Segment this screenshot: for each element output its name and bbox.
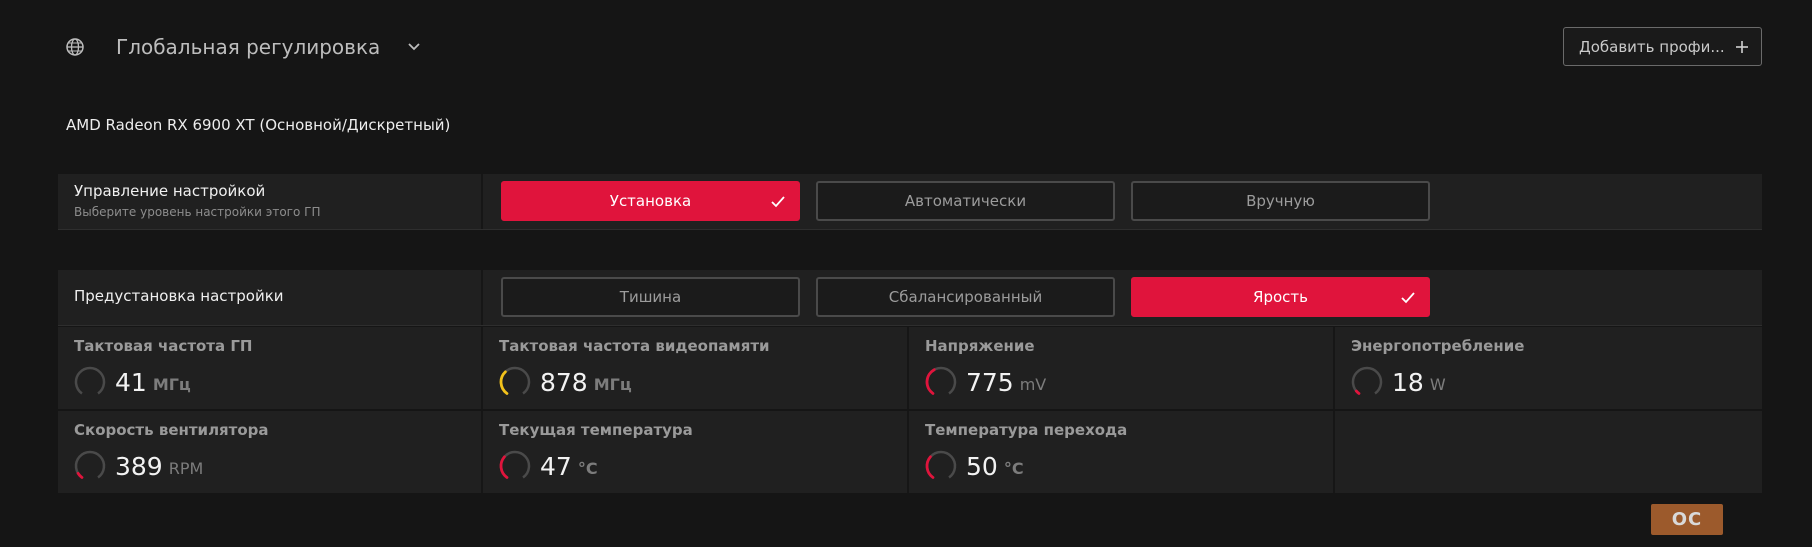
metric-voltage: Напряжение 775 mV — [909, 327, 1335, 409]
tuning-preset-panel: Предустановка настройки Тишина Сбалансир… — [58, 270, 1762, 326]
metric-gpu-clock: Тактовая частота ГП 41 МГц — [58, 327, 483, 409]
metric-value: 41 — [115, 367, 147, 397]
metric-value-row: 775 mV — [924, 365, 1046, 399]
tuning-option-preset[interactable]: Установка — [501, 181, 800, 221]
metric-value: 389 — [115, 451, 163, 481]
gauge-icon — [924, 365, 958, 399]
metric-label: Температура перехода — [925, 421, 1128, 439]
tuning-option-manual[interactable]: Вручную — [1131, 181, 1430, 221]
gauge-progress — [925, 455, 935, 479]
tuning-preset-info: Предустановка настройки — [58, 270, 483, 325]
tuning-option-label: Установка — [609, 192, 692, 210]
gpu-name: AMD Radeon RX 6900 XT (Основной/Дискретн… — [66, 116, 451, 134]
metrics-grid: Тактовая частота ГП 41 МГц Тактовая част… — [58, 327, 1762, 493]
metric-junction-temperature: Температура перехода 50 °C — [909, 411, 1335, 493]
app-root: Глобальная регулировка Добавить профи...… — [0, 0, 1812, 547]
metric-current-temperature: Текущая температура 47 °C — [483, 411, 909, 493]
gauge-icon — [1350, 365, 1384, 399]
gauge-track — [1351, 366, 1383, 395]
metric-value: 775 — [966, 367, 1014, 397]
metric-value-row: 389 RPM — [73, 449, 203, 483]
preset-option-rage[interactable]: Ярость — [1131, 277, 1430, 317]
gauge-progress — [499, 455, 509, 479]
preset-option-label: Сбалансированный — [888, 288, 1043, 306]
tuning-control-panel: Управление настройкой Выберите уровень н… — [58, 174, 1762, 230]
metric-value-row: 18 W — [1350, 365, 1446, 399]
metric-label: Напряжение — [925, 337, 1035, 355]
gauge-progress — [1354, 389, 1361, 395]
metric-unit: W — [1429, 374, 1446, 394]
add-profile-label: Добавить профи... — [1579, 37, 1725, 56]
gauge-track — [74, 450, 106, 479]
metric-value: 18 — [1392, 367, 1424, 397]
tuning-control-info: Управление настройкой Выберите уровень н… — [58, 174, 483, 229]
check-icon — [770, 195, 786, 209]
gauge-icon — [498, 449, 532, 483]
metric-label: Текущая температура — [499, 421, 693, 439]
oc-badge[interactable]: OC — [1651, 504, 1723, 535]
tuning-option-label: Вручную — [1246, 192, 1315, 210]
metric-power: Энергопотребление 18 W — [1335, 327, 1762, 409]
add-profile-button[interactable]: Добавить профи... — [1563, 27, 1762, 66]
profile-name: Глобальная регулировка — [116, 35, 381, 59]
metric-value: 50 — [966, 451, 998, 481]
preset-option-label: Тишина — [619, 288, 682, 306]
globe-icon — [64, 36, 86, 58]
chevron-down-icon — [406, 39, 422, 55]
gauge-icon — [73, 365, 107, 399]
preset-option-label: Ярость — [1253, 288, 1308, 306]
metric-value-row: 47 °C — [498, 449, 598, 483]
gauge-progress — [499, 370, 509, 395]
gauge-icon — [924, 449, 958, 483]
metric-unit: mV — [1019, 374, 1047, 394]
metric-value-row: 50 °C — [924, 449, 1024, 483]
gauge-progress — [925, 368, 936, 395]
oc-badge-label: OC — [1671, 509, 1703, 530]
preset-option-quiet[interactable]: Тишина — [501, 277, 800, 317]
gauge-track — [74, 366, 106, 395]
metric-unit: RPM — [168, 458, 204, 478]
gauge-progress — [76, 471, 84, 479]
check-icon — [1400, 291, 1416, 305]
metric-label: Скорость вентилятора — [74, 421, 269, 439]
metric-unit: °C — [1003, 458, 1024, 478]
metric-label: Тактовая частота ГП — [74, 337, 253, 355]
metric-value-row: 41 МГц — [73, 365, 191, 399]
tuning-control-subtitle: Выберите уровень настройки этого ГП — [74, 205, 321, 219]
preset-option-balanced[interactable]: Сбалансированный — [816, 277, 1115, 317]
gauge-icon — [498, 365, 532, 399]
metric-unit: МГц — [152, 374, 191, 394]
metric-unit: °C — [577, 458, 598, 478]
tuning-control-title: Управление настройкой — [74, 182, 266, 200]
metric-unit: МГц — [593, 374, 632, 394]
profile-selector[interactable]: Глобальная регулировка — [64, 30, 422, 64]
tuning-option-auto[interactable]: Автоматически — [816, 181, 1115, 221]
metric-fan-speed: Скорость вентилятора 389 RPM — [58, 411, 483, 493]
metric-memory-clock: Тактовая частота видеопамяти 878 МГц — [483, 327, 909, 409]
metric-empty-cell — [1335, 411, 1762, 493]
plus-icon — [1733, 38, 1751, 56]
gauge-icon — [73, 449, 107, 483]
tuning-option-label: Автоматически — [904, 192, 1027, 210]
metric-value: 47 — [540, 451, 572, 481]
tuning-preset-title: Предустановка настройки — [74, 287, 284, 305]
metric-label: Энергопотребление — [1351, 337, 1525, 355]
metric-value-row: 878 МГц — [498, 365, 632, 399]
metric-value: 878 — [540, 367, 588, 397]
metric-label: Тактовая частота видеопамяти — [499, 337, 770, 355]
